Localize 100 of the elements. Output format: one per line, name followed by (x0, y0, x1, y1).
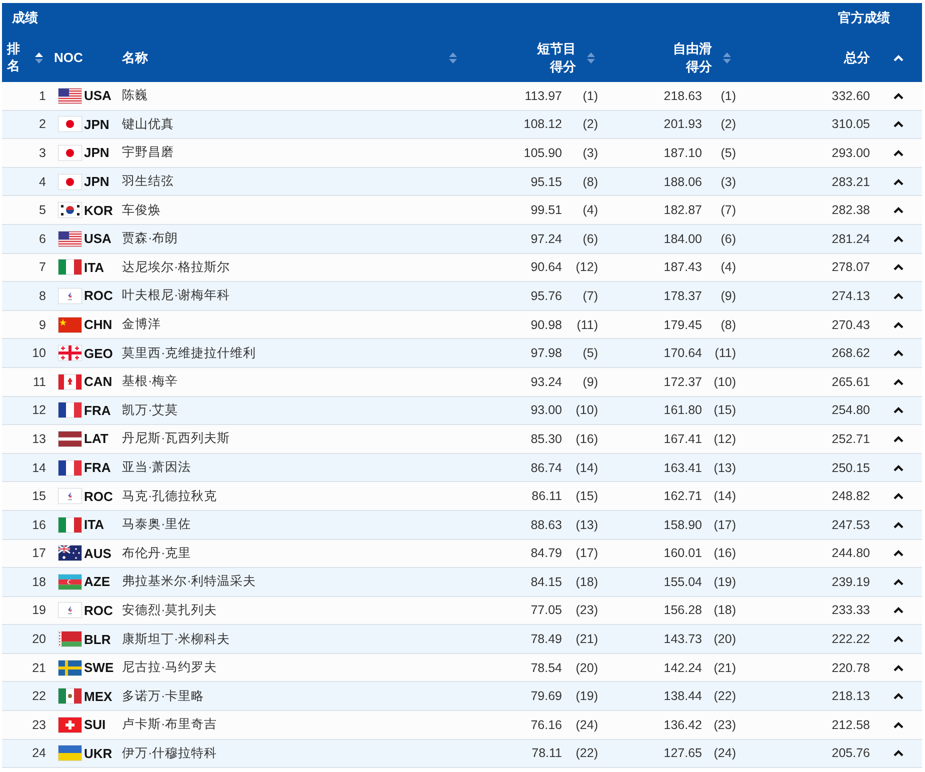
column-header[interactable]: 排名 (7, 41, 20, 74)
chevron-up-icon[interactable] (892, 406, 904, 414)
chevron-up-icon[interactable] (892, 464, 904, 472)
chevron-up-icon[interactable] (892, 92, 904, 100)
placing-cell-text: (6) (582, 232, 599, 246)
score-cell-text: 167.41 (662, 432, 702, 446)
score-cell-text: 76.16 (530, 718, 562, 732)
chevron-up-icon[interactable] (892, 178, 904, 186)
chevron-up-icon[interactable] (892, 234, 904, 243)
placing-cell-text: (5) (720, 146, 737, 160)
chevron-up-icon[interactable] (892, 578, 904, 586)
country-code: KOR (83, 202, 114, 218)
rank-cell-text: 6 (38, 232, 47, 246)
score-cell-text: 85.30 (530, 432, 562, 446)
total-score: 270.43 (830, 318, 871, 332)
score-cell-text: 84.79 (530, 546, 562, 560)
total-score: 283.21 (830, 174, 871, 189)
column-header[interactable]: 自由滑得分 (673, 40, 712, 76)
placing-cell-text: (17) (574, 546, 599, 560)
country-code: UKR (83, 746, 114, 761)
column-header[interactable]: NOC (54, 50, 83, 65)
placing-cell-text: (14) (712, 489, 737, 504)
chevron-up-icon[interactable] (892, 720, 904, 729)
placing-cell-text: (20) (574, 660, 599, 675)
flag-icon (58, 602, 82, 618)
country-code: SWE (83, 660, 115, 676)
athlete-name: 达尼埃尔·格拉斯尔 (122, 258, 232, 276)
athlete-name: 尼古拉·马约罗夫 (122, 659, 218, 676)
total-score: 248.82 (830, 489, 871, 504)
chevron-up-icon[interactable] (892, 320, 904, 329)
chevron-up-icon[interactable] (892, 549, 904, 558)
rank-cell-text: 13 (31, 432, 47, 446)
flag-icon (58, 545, 82, 562)
column-header[interactable]: 短节目得分 (537, 40, 576, 76)
column-header[interactable]: 名称 (122, 48, 148, 66)
placing-cell-text: (19) (574, 689, 599, 704)
chevron-up-icon[interactable] (892, 120, 904, 128)
rank-cell-text: 14 (31, 460, 47, 475)
placing-cell-text: (10) (712, 374, 737, 389)
total-score: 274.13 (830, 288, 871, 303)
country-code: FRA (83, 402, 112, 418)
placing-cell-text: (21) (712, 660, 737, 675)
score-cell-text: 90.64 (530, 260, 562, 274)
athlete-name: 马泰奥·里佐 (122, 516, 192, 534)
chevron-up-icon[interactable] (892, 664, 904, 672)
rank-cell-text: 21 (31, 660, 47, 675)
total-score: 268.62 (830, 346, 871, 360)
rank-cell-text: 11 (32, 374, 47, 389)
rank-cell-text: 5 (38, 203, 47, 218)
chevron-up-icon[interactable] (892, 692, 904, 700)
country-code: ROC (83, 288, 114, 304)
chevron-up-icon[interactable] (892, 635, 904, 644)
chevron-up-icon[interactable] (892, 292, 904, 300)
chevron-up-icon[interactable] (892, 520, 904, 529)
athlete-name: 康斯坦丁·米柳科夫 (122, 630, 232, 648)
chevron-up-icon[interactable] (892, 434, 904, 443)
country-code: USA (83, 88, 112, 104)
placing-cell-text: (19) (712, 574, 737, 589)
placing-cell-text: (20) (712, 632, 737, 646)
athlete-name: 宇野昌磨 (122, 144, 175, 162)
chevron-up-icon[interactable] (892, 349, 904, 358)
flag-icon (58, 288, 82, 304)
score-cell-text: 93.24 (530, 374, 562, 389)
column-header[interactable]: 总分 (844, 48, 870, 66)
rank-cell-text: 9 (38, 318, 47, 332)
score-cell-text: 78.54 (530, 660, 562, 675)
score-cell-text: 158.90 (662, 518, 702, 532)
country-code: JPN (83, 174, 110, 190)
flag-icon (58, 660, 82, 676)
placing-cell-text: (9) (582, 374, 599, 389)
total-score: 247.53 (830, 518, 871, 532)
rank-cell-text: 20 (31, 632, 47, 646)
chevron-up-icon[interactable] (892, 749, 904, 758)
chevron-up-icon[interactable] (892, 492, 904, 500)
flag-icon (58, 88, 82, 104)
placing-cell-text: (13) (712, 460, 737, 475)
chevron-up-icon[interactable] (892, 606, 904, 614)
placing-cell-text: (16) (712, 546, 737, 560)
placing-cell-text: (3) (720, 174, 737, 189)
athlete-name: 车俊焕 (122, 202, 162, 219)
score-cell-text: 143.73 (662, 632, 702, 646)
placing-cell-text: (8) (720, 318, 737, 332)
flag-icon (58, 688, 82, 704)
chevron-up-icon[interactable] (892, 263, 904, 272)
chevron-up-icon[interactable] (892, 148, 904, 157)
total-score: 218.13 (830, 689, 871, 704)
chevron-up-icon[interactable] (892, 378, 904, 386)
chevron-up-icon[interactable] (892, 206, 904, 214)
flag-icon (58, 745, 82, 762)
flag-icon (58, 116, 82, 132)
placing-cell-text: (13) (574, 518, 599, 532)
rank-cell-text: 1 (38, 88, 47, 103)
total-score: 222.22 (830, 632, 871, 646)
country-code: ITA (83, 517, 105, 532)
total-score: 254.80 (830, 403, 871, 418)
score-cell-text: 156.28 (662, 603, 702, 618)
total-score: 212.58 (830, 718, 871, 732)
flag-icon (58, 230, 82, 247)
flag-icon (58, 716, 82, 733)
score-cell-text: 218.63 (662, 88, 702, 103)
